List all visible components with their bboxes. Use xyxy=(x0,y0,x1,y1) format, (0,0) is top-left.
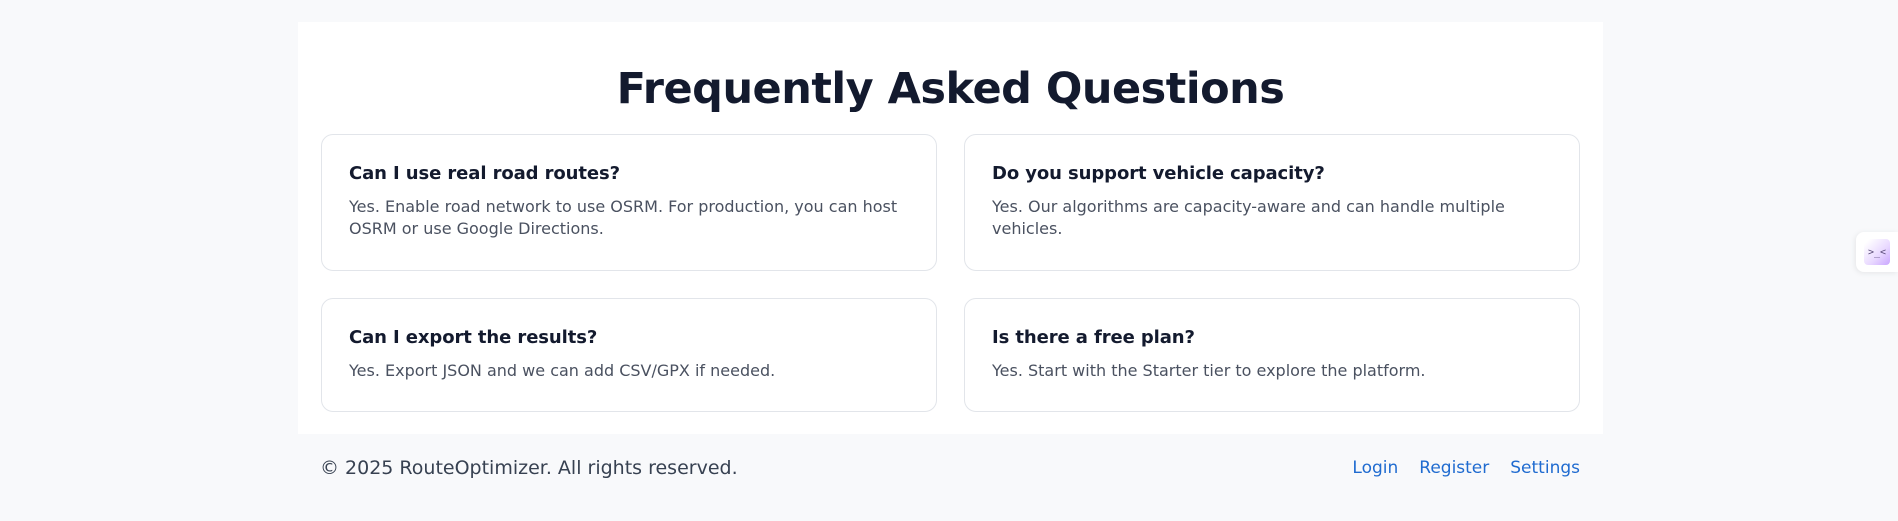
side-widget-button[interactable]: >_< xyxy=(1856,232,1898,272)
faq-answer: Yes. Our algorithms are capacity-aware a… xyxy=(992,197,1505,238)
footer: © 2025 RouteOptimizer. All rights reserv… xyxy=(0,434,1898,521)
faq-title: Frequently Asked Questions xyxy=(616,64,1285,114)
faq-question: Can I export the results? xyxy=(349,327,598,348)
footer-nav: Login Register Settings xyxy=(1352,458,1580,478)
register-link[interactable]: Register xyxy=(1419,458,1489,478)
faq-question: Do you support vehicle capacity? xyxy=(992,163,1325,184)
copyright-text: © 2025 RouteOptimizer. All rights reserv… xyxy=(320,457,738,479)
faq-answer: Yes. Export JSON and we can add CSV/GPX … xyxy=(349,361,776,380)
faq-card: Do you support vehicle capacity? Yes. Ou… xyxy=(964,134,1580,271)
settings-link[interactable]: Settings xyxy=(1510,458,1580,478)
faq-card: Is there a free plan? Yes. Start with th… xyxy=(964,298,1580,412)
previous-section-edge xyxy=(0,0,1898,22)
faq-section: Frequently Asked Questions Can I use rea… xyxy=(298,22,1603,434)
faq-answer: Yes. Enable road network to use OSRM. Fo… xyxy=(349,197,898,238)
faq-answer: Yes. Start with the Starter tier to expl… xyxy=(992,361,1426,380)
faq-card: Can I use real road routes? Yes. Enable … xyxy=(321,134,937,271)
faq-question: Can I use real road routes? xyxy=(349,163,620,184)
login-link[interactable]: Login xyxy=(1352,458,1398,478)
terminal-icon: >_< xyxy=(1864,239,1890,265)
faq-card: Can I export the results? Yes. Export JS… xyxy=(321,298,937,412)
faq-question: Is there a free plan? xyxy=(992,327,1195,348)
